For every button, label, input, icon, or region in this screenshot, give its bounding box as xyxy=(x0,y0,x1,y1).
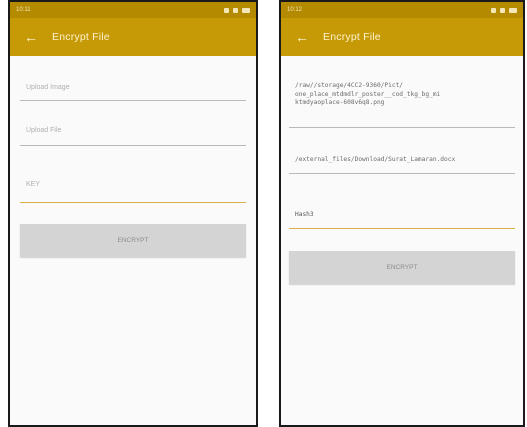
key-value: Hash3 xyxy=(295,211,314,218)
image-path-value: /raw//storage/4CC2-9360/Pict/ one_place_… xyxy=(295,82,511,108)
battery-icon xyxy=(242,7,250,13)
form: Upload Image Upload File KEY ENCRYPT xyxy=(10,56,256,257)
image-path-line: one_place_mtdmdlr_poster__cod_tkg_bg_mi xyxy=(295,90,441,98)
encrypt-button[interactable]: ENCRYPT xyxy=(20,224,246,257)
upload-file-field[interactable]: Upload File xyxy=(20,101,246,146)
file-path-field[interactable]: /external_files/Download/Surat_Lamaran.d… xyxy=(289,128,515,174)
key-input[interactable]: Hash3 xyxy=(289,174,515,229)
app-toolbar: ← Encrypt File xyxy=(10,18,256,56)
status-time: 10:12 xyxy=(287,7,303,13)
form: /raw//storage/4CC2-9360/Pict/ one_place_… xyxy=(281,56,523,284)
image-path-field[interactable]: /raw//storage/4CC2-9360/Pict/ one_place_… xyxy=(289,56,515,128)
signal-icon xyxy=(491,7,496,13)
phone-screen-left: 10:11 ← Encrypt File Upload Image Upload… xyxy=(8,0,258,427)
encrypt-button-label: ENCRYPT xyxy=(386,264,418,271)
toolbar-title: Encrypt File xyxy=(323,31,381,43)
encrypt-button[interactable]: ENCRYPT xyxy=(289,251,515,284)
app-toolbar: ← Encrypt File xyxy=(281,18,523,56)
signal-icon xyxy=(224,7,229,13)
key-placeholder: KEY xyxy=(26,181,41,188)
image-path-line: ktmdyaoplace-608v6q8.png xyxy=(295,99,385,106)
status-icons xyxy=(224,7,250,13)
status-icons xyxy=(491,7,517,13)
status-time: 10:11 xyxy=(16,7,31,13)
encrypt-button-label: ENCRYPT xyxy=(117,237,149,244)
wifi-icon xyxy=(233,7,238,13)
phone-screen-right: 10:12 ← Encrypt File /raw//storage/4CC2-… xyxy=(279,0,525,427)
back-arrow-icon[interactable]: ← xyxy=(295,30,309,44)
wifi-icon xyxy=(500,7,505,13)
status-bar: 10:11 xyxy=(10,2,256,18)
file-path-value: /external_files/Download/Surat_Lamaran.d… xyxy=(295,156,456,163)
back-arrow-icon[interactable]: ← xyxy=(24,30,38,44)
status-bar: 10:12 xyxy=(281,2,523,18)
upload-file-placeholder: Upload File xyxy=(26,127,62,134)
battery-icon xyxy=(509,7,517,13)
image-path-line: /raw//storage/4CC2-9360/Pict/ xyxy=(295,82,404,89)
upload-image-placeholder: Upload Image xyxy=(26,84,70,91)
key-input[interactable]: KEY xyxy=(20,146,246,203)
toolbar-title: Encrypt File xyxy=(52,31,110,43)
upload-image-field[interactable]: Upload Image xyxy=(20,56,246,101)
